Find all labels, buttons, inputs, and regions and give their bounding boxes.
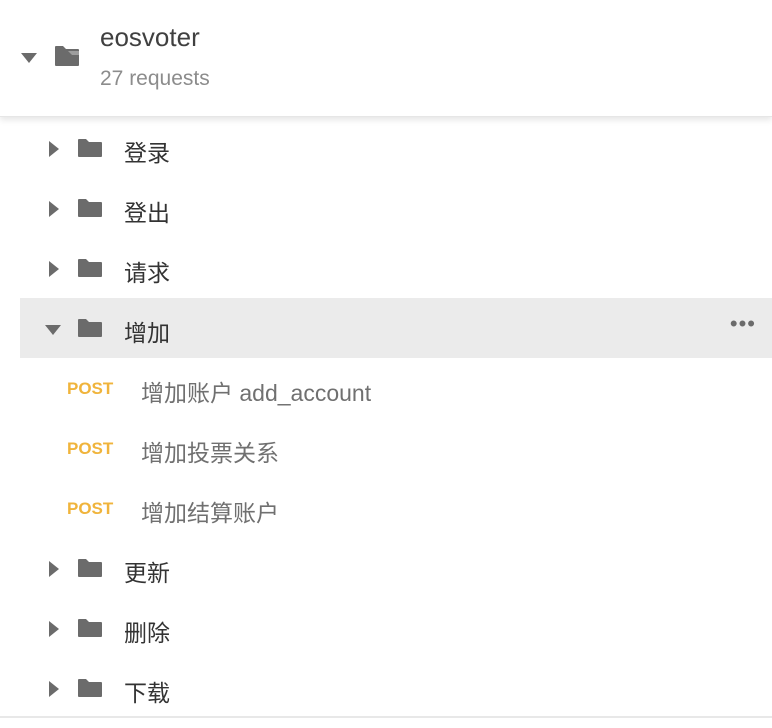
folder-icon xyxy=(77,558,103,583)
collapse-caret-icon[interactable] xyxy=(20,51,38,69)
folder-row-xiazai[interactable]: 下载 xyxy=(0,658,772,718)
expand-caret-icon[interactable] xyxy=(48,680,60,703)
request-item[interactable]: POST 增加投票关系 xyxy=(0,418,772,478)
folder-icon xyxy=(77,618,103,643)
folder-icon xyxy=(77,258,103,283)
collection-header[interactable]: eosvoter 27 requests xyxy=(0,0,772,117)
expand-caret-icon[interactable] xyxy=(48,560,60,583)
request-name: 增加投票关系 xyxy=(141,440,279,466)
request-item[interactable]: POST 增加账户 add_account xyxy=(0,358,772,418)
folder-list: 登录 登出 请求 增加 ••• POST 增加账户 add_account PO… xyxy=(0,118,772,718)
folder-row-gengxin[interactable]: 更新 xyxy=(0,538,772,598)
request-item[interactable]: POST 增加结算账户 xyxy=(0,478,772,538)
expand-caret-icon[interactable] xyxy=(48,620,60,643)
folder-label: 下载 xyxy=(124,680,170,706)
request-count: 27 requests xyxy=(100,67,210,90)
folder-icon xyxy=(77,138,103,163)
collection-folder-icon xyxy=(54,45,80,72)
folder-row-qingqiu[interactable]: 请求 xyxy=(0,238,772,298)
request-name: 增加账户 add_account xyxy=(141,380,372,406)
expand-caret-icon[interactable] xyxy=(48,140,60,163)
folder-label: 删除 xyxy=(124,620,170,646)
collapse-caret-icon[interactable] xyxy=(44,323,62,341)
folder-label: 登录 xyxy=(124,140,170,166)
folder-label: 更新 xyxy=(124,560,170,586)
folder-icon xyxy=(77,198,103,223)
folder-icon xyxy=(77,678,103,703)
expand-caret-icon[interactable] xyxy=(48,260,60,283)
folder-row-denglu[interactable]: 登录 xyxy=(0,118,772,178)
folder-row-shanchu[interactable]: 删除 xyxy=(0,598,772,658)
request-name: 增加结算账户 xyxy=(141,500,279,526)
folder-icon xyxy=(77,318,103,343)
folder-label: 请求 xyxy=(124,260,170,286)
bottom-divider xyxy=(0,716,772,718)
folder-row-dengchu[interactable]: 登出 xyxy=(0,178,772,238)
request-method-badge: POST xyxy=(67,379,114,398)
folder-label: 增加 xyxy=(124,320,170,346)
expand-caret-icon[interactable] xyxy=(48,200,60,223)
more-options-icon[interactable]: ••• xyxy=(730,313,756,335)
folder-row-zengjia[interactable]: 增加 ••• xyxy=(20,298,772,358)
collection-title: eosvoter xyxy=(100,22,200,52)
request-method-badge: POST xyxy=(67,439,114,458)
folder-label: 登出 xyxy=(124,200,170,226)
request-method-badge: POST xyxy=(67,499,114,518)
